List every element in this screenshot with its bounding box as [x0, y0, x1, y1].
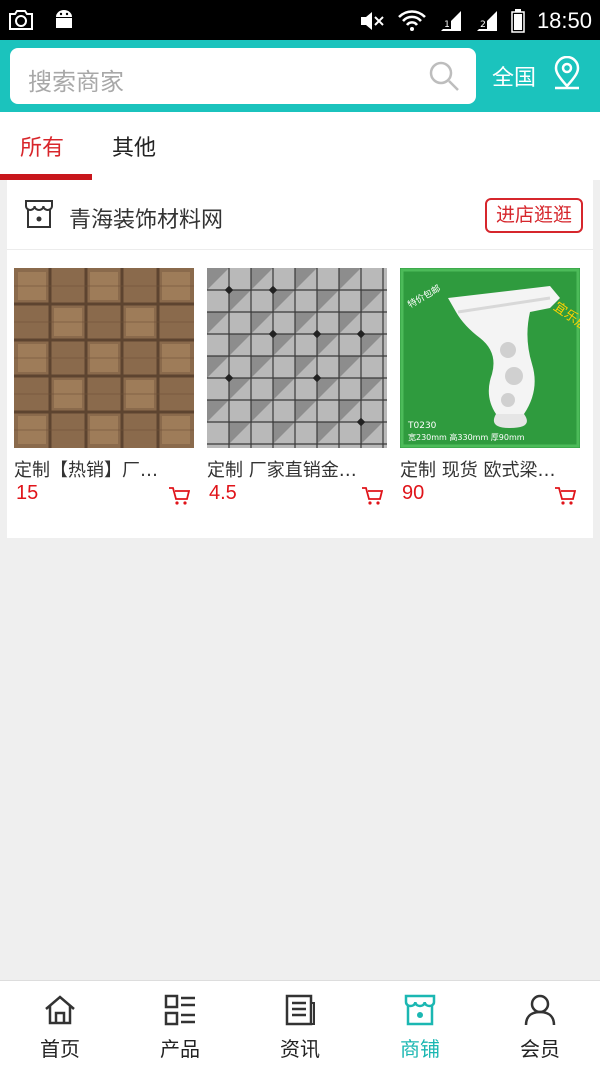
- mute-icon: [360, 12, 384, 30]
- list-icon: [164, 994, 195, 1026]
- shop-card: 青海装饰材料网 进店逛逛 定制【热销】厂… 15 定制 厂家直销金… 4.5 宜…: [7, 180, 593, 538]
- nav-products-label: 产品: [160, 1037, 200, 1061]
- shop-name: 青海装饰材料网: [69, 208, 224, 233]
- nav-member-label: 会员: [520, 1037, 560, 1061]
- tab-all[interactable]: 所有: [20, 130, 64, 162]
- user-icon: [524, 994, 556, 1026]
- battery-icon: [511, 9, 525, 33]
- svg-text:2: 2: [480, 20, 486, 30]
- product-image-coconut-tile[interactable]: [14, 268, 194, 448]
- home-icon: [45, 995, 75, 1025]
- sim2-signal-icon: 2: [476, 11, 497, 31]
- nav-member[interactable]: 会员: [480, 981, 600, 1067]
- product-card[interactable]: 定制 厂家直销金… 4.5: [207, 268, 387, 505]
- product-price: 90: [402, 482, 425, 504]
- header: 搜索商家 全国: [0, 40, 600, 112]
- product-title[interactable]: 定制 厂家直销金…: [207, 456, 387, 482]
- status-bar: 1 2 18:50: [0, 0, 600, 40]
- nav-products[interactable]: 产品: [120, 981, 240, 1067]
- search-input[interactable]: 搜索商家: [10, 48, 476, 104]
- image-spec-text: 宽230mm 高330mm 厚90mm: [408, 432, 525, 442]
- cart-icon[interactable]: [554, 486, 576, 506]
- bottom-nav: 首页 产品 资讯 商铺 会员: [0, 980, 600, 1067]
- cart-icon[interactable]: [168, 486, 190, 506]
- product-price: 15: [16, 482, 39, 504]
- svg-text:1: 1: [444, 20, 450, 30]
- cart-icon[interactable]: [361, 486, 383, 506]
- nav-news-label: 资讯: [280, 1037, 320, 1061]
- shop-icon: [25, 200, 53, 228]
- region-selector[interactable]: 全国: [492, 60, 536, 92]
- search-placeholder: 搜索商家: [28, 68, 124, 96]
- news-icon: [285, 994, 315, 1026]
- wifi-icon: [398, 10, 426, 31]
- location-icon[interactable]: [552, 56, 582, 90]
- android-icon: [56, 10, 72, 28]
- product-image-mosaic-tile[interactable]: [207, 268, 387, 448]
- screenshot-icon: [9, 10, 33, 30]
- product-list: 定制【热销】厂… 15 定制 厂家直销金… 4.5 宜乐居 特价包邮 T0230…: [7, 268, 593, 528]
- product-card[interactable]: 宜乐居 特价包邮 T0230 宽230mm 高330mm 厚90mm 定制 现货…: [400, 268, 580, 505]
- nav-news[interactable]: 资讯: [240, 981, 360, 1067]
- nav-stores[interactable]: 商铺: [360, 981, 480, 1067]
- nav-home[interactable]: 首页: [0, 981, 120, 1067]
- nav-stores-label: 商铺: [400, 1037, 440, 1061]
- sim1-signal-icon: 1: [440, 11, 461, 31]
- tab-bar: 所有 其他: [0, 112, 600, 180]
- product-title[interactable]: 定制 现货 欧式梁…: [400, 456, 580, 482]
- image-model-text: T0230: [407, 421, 437, 431]
- store-icon: [404, 994, 436, 1026]
- search-icon[interactable]: [428, 60, 460, 92]
- product-price: 4.5: [209, 482, 237, 504]
- nav-home-label: 首页: [40, 1037, 80, 1061]
- tab-other[interactable]: 其他: [112, 130, 156, 162]
- product-card[interactable]: 定制【热销】厂… 15: [14, 268, 194, 505]
- shop-header[interactable]: 青海装饰材料网 进店逛逛: [7, 180, 593, 250]
- enter-shop-button[interactable]: 进店逛逛: [485, 198, 583, 233]
- product-image-corbel[interactable]: 宜乐居 特价包邮 T0230 宽230mm 高330mm 厚90mm: [400, 268, 580, 448]
- clock: 18:50: [536, 8, 592, 33]
- product-title[interactable]: 定制【热销】厂…: [14, 456, 194, 482]
